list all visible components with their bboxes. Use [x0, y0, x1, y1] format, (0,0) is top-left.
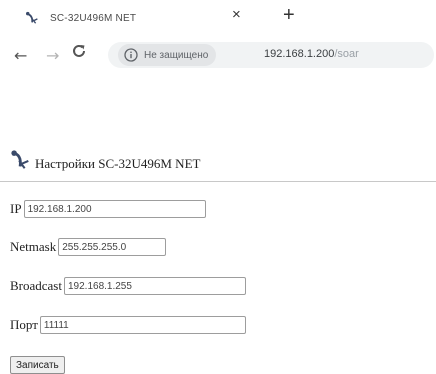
- browser-tab-bar: SC-32U496M NET × +: [0, 0, 436, 32]
- satellite-dish-icon: [11, 150, 29, 169]
- close-tab-icon[interactable]: ×: [232, 6, 241, 23]
- port-field[interactable]: [39, 316, 246, 334]
- broadcast-label: Broadcast: [10, 278, 62, 293]
- divider: [0, 181, 436, 182]
- ip-label: IP: [10, 201, 22, 216]
- port-label: Порт: [10, 317, 38, 332]
- ip-field[interactable]: [23, 200, 206, 218]
- security-indicator[interactable]: Не защищено: [118, 44, 217, 66]
- new-tab-button[interactable]: +: [283, 5, 295, 25]
- page-header: Настройки SC-32U496M NET: [10, 141, 200, 171]
- page-title: Настройки SC-32U496M NET: [35, 156, 201, 171]
- port-row: Порт: [10, 314, 246, 336]
- save-button[interactable]: Записать: [10, 356, 65, 374]
- forward-button[interactable]: →: [46, 46, 59, 65]
- back-button[interactable]: ←: [14, 46, 27, 65]
- security-label: Не защищено: [144, 49, 209, 61]
- broadcast-field[interactable]: [63, 277, 246, 295]
- ip-row: IP: [10, 198, 206, 220]
- browser-tab[interactable]: SC-32U496M NET: [6, 4, 264, 32]
- address-bar[interactable]: Не защищено 192.168.1.200/soar: [108, 42, 434, 68]
- browser-toolbar: ← → Не защищено 192.168.1.200/soar: [0, 38, 436, 72]
- netmask-field[interactable]: [58, 238, 167, 256]
- tab-title: SC-32U496M NET: [50, 12, 137, 24]
- satellite-dish-icon: [26, 11, 38, 24]
- url-text: 192.168.1.200/soar: [264, 48, 359, 60]
- url-path: /soar: [334, 48, 359, 60]
- info-icon: [124, 48, 138, 62]
- netmask-label: Netmask: [10, 239, 57, 254]
- url-host: 192.168.1.200: [264, 48, 335, 60]
- reload-icon[interactable]: [70, 42, 88, 60]
- broadcast-row: Broadcast: [10, 275, 246, 297]
- netmask-row: Netmask: [10, 236, 167, 258]
